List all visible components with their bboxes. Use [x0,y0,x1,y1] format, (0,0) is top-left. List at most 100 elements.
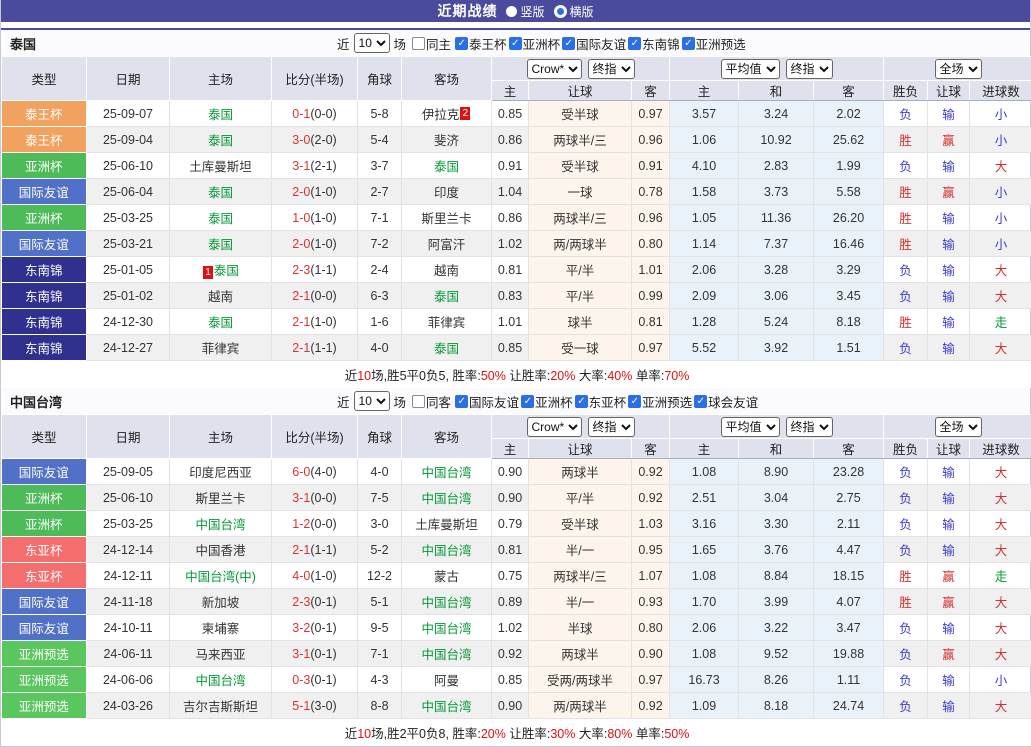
match-date: 25-01-05 [87,257,170,283]
competition-badge: 东南锦 [2,309,87,335]
competition-badge: 泰王杯 [2,101,87,127]
competition-badge: 亚洲预选 [2,641,87,667]
checkbox-checked-icon[interactable] [455,395,468,408]
radio-vertical-label: 竖版 [520,3,544,20]
rank-marker: 1 [203,266,213,279]
same-venue-checkbox[interactable]: 同客 [412,392,451,411]
home-team: 中国香港 [170,537,272,563]
avg-home: 1.65 [670,537,739,563]
recent-count-select[interactable]: 10 [354,33,390,53]
fulltime-select[interactable]: 全场 [935,417,982,437]
match-date: 25-03-25 [87,205,170,231]
summary-text: 20% [550,369,575,383]
odds-handicap: 两球半 [529,641,632,667]
odds-away: 0.80 [632,231,670,257]
filter-competition-checkbox[interactable]: 亚洲杯 [509,34,561,53]
result-winlose: 负 [884,485,928,511]
competition-filter-group: 国际友谊亚洲杯东亚杯亚洲预选球会友谊 [453,392,758,411]
checkbox-checked-icon[interactable] [575,395,588,408]
filter-competition-label: 亚洲杯 [523,34,561,53]
competition-badge: 亚洲预选 [2,693,87,719]
final-odds-select-2[interactable]: 终指 [786,417,833,437]
filter-competition-checkbox[interactable]: 国际友谊 [455,392,519,411]
filter-competition-checkbox[interactable]: 东南锦 [628,34,680,53]
home-team: 泰国 [170,101,272,127]
score: 3-1(0-1) [272,641,358,667]
checkbox-checked-icon[interactable] [455,37,468,50]
avg-home: 1.08 [670,641,739,667]
bookmaker-select[interactable]: Crow* [527,59,582,79]
avg-home: 1.08 [670,459,739,485]
checkbox-checked-icon[interactable] [694,395,707,408]
bookmaker-select[interactable]: Crow* [527,417,582,437]
col-home: 主场 [170,415,272,459]
odds-handicap: 受一球 [529,335,632,361]
score: 2-1(1-0) [272,309,358,335]
radio-horizontal-label: 横版 [570,3,594,20]
match-date: 25-03-21 [87,231,170,257]
corners: 2-7 [358,179,402,205]
result-goals: 大 [970,537,1031,563]
odds-handicap: 半/一 [529,589,632,615]
home-team: 泰国 [170,205,272,231]
section-summary: 近10场,胜5平0负5, 胜率:50% 让胜率:20% 大率:40% 单率:70… [2,361,1031,389]
same-venue-checkbox[interactable]: 同主 [412,34,451,53]
match-row: 亚洲杯25-06-10土库曼斯坦3-1(2-1)3-7泰国0.91受半球0.91… [2,153,1031,179]
match-row: 东南锦25-01-051泰国2-3(1-1)2-4越南0.81平/半1.012.… [2,257,1031,283]
home-team: 中国台湾 [170,667,272,693]
final-odds-select[interactable]: 终指 [588,417,635,437]
layout-radio-horizontal[interactable]: 横版 [554,3,594,20]
checkbox-checked-icon[interactable] [562,37,575,50]
home-team: 印度尼西亚 [170,459,272,485]
filter-competition-checkbox[interactable]: 国际友谊 [562,34,626,53]
match-row: 亚洲杯25-03-25中国台湾1-2(0-0)3-0土库曼斯坦0.79受半球1.… [2,511,1031,537]
competition-badge: 国际友谊 [2,459,87,485]
avg-draw: 8.26 [739,667,814,693]
home-team: 斯里兰卡 [170,485,272,511]
odds-handicap: 受半球 [529,153,632,179]
result-winlose: 负 [884,511,928,537]
result-goals: 大 [970,589,1031,615]
odds-handicap: 受两/两球半 [529,667,632,693]
odds-away: 0.81 [632,309,670,335]
final-odds-select[interactable]: 终指 [588,59,635,79]
fulltime-select[interactable]: 全场 [935,59,982,79]
result-winlose: 胜 [884,205,928,231]
home-team: 泰国 [170,179,272,205]
summary-text: 场,胜2平0负8, 胜率: [371,727,481,741]
radio-checked-icon[interactable] [554,5,567,18]
average-group: 平均值终指 [670,57,884,81]
result-handicap: 赢 [928,641,970,667]
checkbox-unchecked-icon[interactable] [412,37,425,50]
filter-competition-checkbox[interactable]: 东亚杯 [575,392,627,411]
filter-competition-label: 亚洲杯 [535,392,573,411]
filter-competition-checkbox[interactable]: 亚洲预选 [682,34,746,53]
filter-competition-checkbox[interactable]: 亚洲杯 [521,392,573,411]
average-select[interactable]: 平均值 [721,417,780,437]
final-odds-select-2[interactable]: 终指 [786,59,833,79]
summary-text: 单率: [632,727,664,741]
checkbox-checked-icon[interactable] [509,37,522,50]
match-row: 国际友谊25-06-04泰国2-0(1-0)2-7印度1.04一球0.781.5… [2,179,1031,205]
away-team: 阿曼 [402,667,492,693]
filter-competition-checkbox[interactable]: 球会友谊 [694,392,758,411]
fulltime-group: 全场 [884,415,1031,439]
odds-home: 0.90 [492,693,529,719]
filter-competition-checkbox[interactable]: 亚洲预选 [628,392,692,411]
away-team: 斐济 [402,127,492,153]
recent-count-select[interactable]: 10 [354,391,390,411]
odds-home: 0.92 [492,641,529,667]
competition-filter-group: 泰王杯亚洲杯国际友谊东南锦亚洲预选 [453,34,746,53]
layout-radio-vertical[interactable]: 竖版 [506,3,544,20]
checkbox-checked-icon[interactable] [628,395,641,408]
odds-handicap: 平/半 [529,485,632,511]
average-select[interactable]: 平均值 [721,59,780,79]
checkbox-unchecked-icon[interactable] [412,395,425,408]
checkbox-checked-icon[interactable] [682,37,695,50]
radio-unchecked-icon[interactable] [506,6,517,17]
filter-competition-checkbox[interactable]: 泰王杯 [455,34,507,53]
result-handicap: 输 [928,537,970,563]
filter-competition-label: 亚洲预选 [642,392,692,411]
checkbox-checked-icon[interactable] [521,395,534,408]
checkbox-checked-icon[interactable] [628,37,641,50]
